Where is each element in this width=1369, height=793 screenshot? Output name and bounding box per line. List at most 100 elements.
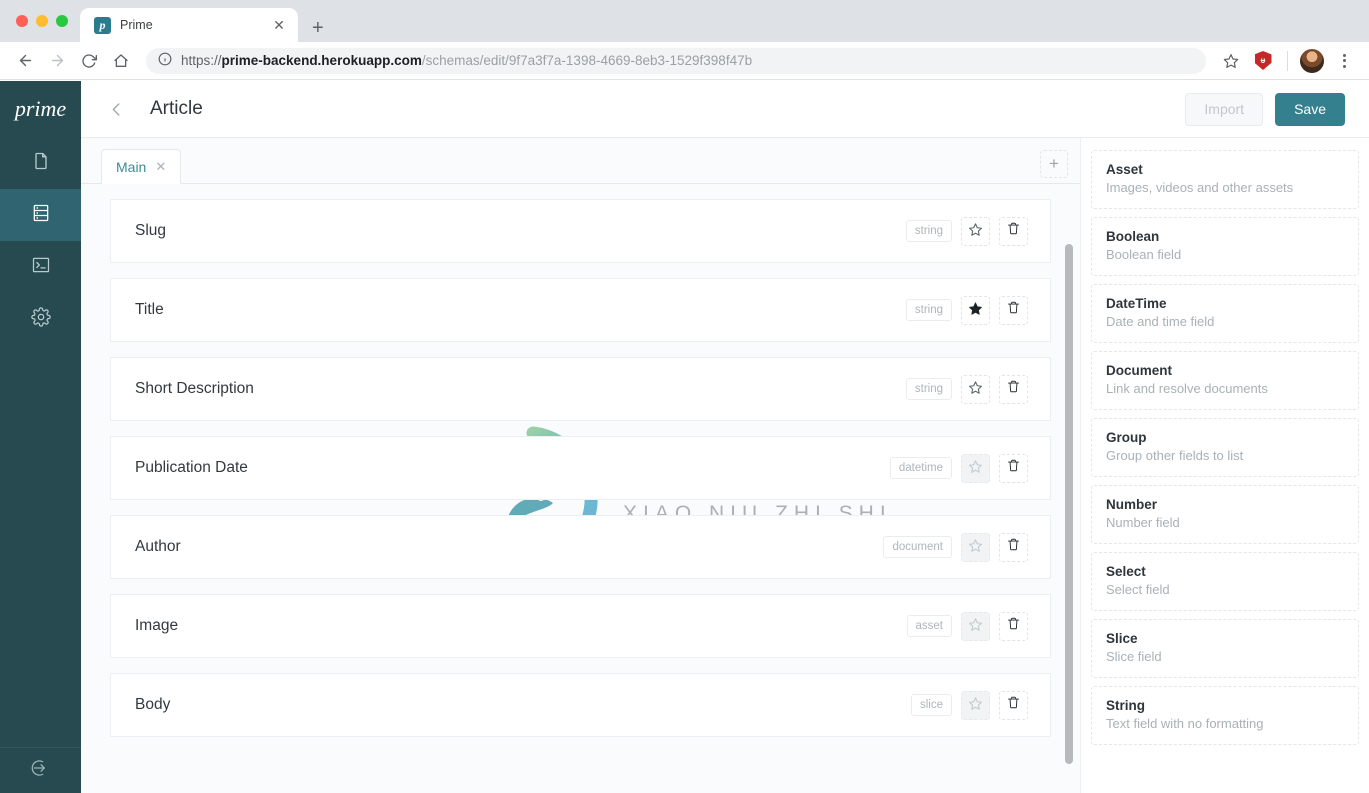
field-controls: string [906, 217, 1028, 246]
star-icon [968, 617, 983, 636]
browser-menu-icon[interactable] [1329, 46, 1359, 76]
field-type-badge: string [906, 220, 952, 242]
minimize-window-button[interactable] [36, 15, 48, 27]
field-primary-star-button[interactable] [961, 296, 990, 325]
fields-scrollbar[interactable] [1065, 244, 1073, 793]
field-primary-star-button[interactable] [961, 612, 990, 641]
field-row[interactable]: Short Description string [110, 357, 1051, 421]
field-type-title: DateTime [1106, 296, 1344, 311]
schema-tab-label: Main [116, 159, 146, 175]
field-delete-button[interactable] [999, 691, 1028, 720]
bookmark-star-icon[interactable] [1216, 46, 1246, 76]
page-title: Article [150, 98, 203, 120]
address-bar[interactable]: https://prime-backend.herokuapp.com/sche… [146, 48, 1206, 74]
trash-icon [1006, 458, 1021, 478]
field-type-palette: AssetImages, videos and other assets Bool… [1080, 138, 1369, 793]
sidebar-item-documents[interactable] [0, 137, 81, 189]
field-label: Slug [135, 222, 166, 240]
field-row[interactable]: Imageasset [110, 594, 1051, 658]
field-primary-star-button[interactable] [961, 533, 990, 562]
sidebar-item-schemas[interactable] [0, 189, 81, 241]
avatar[interactable] [1297, 46, 1327, 76]
field-type-description: Link and resolve documents [1106, 381, 1344, 396]
maximize-window-button[interactable] [56, 15, 68, 27]
save-button[interactable]: Save [1275, 93, 1345, 126]
trash-icon [1006, 379, 1021, 399]
user-avatar-icon [1300, 49, 1324, 73]
field-controls: string [906, 375, 1028, 404]
home-icon[interactable] [106, 46, 136, 76]
field-list: SlugstringTitlestringShort Descriptionst… [110, 199, 1051, 737]
field-label: Author [135, 538, 181, 556]
field-row[interactable]: Bodyslice [110, 673, 1051, 737]
field-type-card[interactable]: NumberNumber field [1091, 485, 1359, 544]
logout-button[interactable] [0, 747, 81, 793]
browser-tab[interactable]: p Prime ✕ [80, 8, 298, 42]
forward-icon[interactable] [42, 46, 72, 76]
close-tab-icon[interactable]: ✕ [270, 18, 288, 32]
field-row[interactable]: Titlestring [110, 278, 1051, 342]
add-tab-button[interactable]: + [1040, 150, 1068, 178]
star-icon [968, 380, 983, 399]
site-info-icon[interactable] [158, 52, 172, 69]
close-icon[interactable]: ✕ [155, 159, 166, 175]
import-button[interactable]: Import [1185, 93, 1263, 126]
field-type-card[interactable]: StringText field with no formatting [1091, 686, 1359, 745]
field-type-card[interactable]: DateTime Date and time field [1091, 284, 1359, 343]
application: prime › [0, 81, 1369, 793]
shield-icon: ᵾ [1255, 51, 1272, 70]
field-label: Short Description [135, 380, 254, 398]
field-controls: datetime [890, 454, 1028, 483]
star-icon [968, 459, 983, 478]
back-icon[interactable] [10, 46, 40, 76]
field-type-title: Slice [1106, 631, 1344, 646]
trash-icon [1006, 695, 1021, 715]
sidebar-item-settings[interactable] [0, 293, 81, 345]
reload-icon[interactable] [74, 46, 104, 76]
star-icon [968, 538, 983, 557]
star-icon [968, 301, 983, 320]
field-delete-button[interactable] [999, 454, 1028, 483]
back-button[interactable] [99, 92, 133, 126]
field-row[interactable]: Slug string [110, 199, 1051, 263]
sidebar-item-console[interactable] [0, 241, 81, 293]
field-primary-star-button[interactable] [961, 691, 990, 720]
field-type-card[interactable]: DocumentLink and resolve documents [1091, 351, 1359, 410]
terminal-icon [31, 255, 51, 280]
star-icon [968, 696, 983, 715]
field-row[interactable]: Author document [110, 515, 1051, 579]
schema-tab-main[interactable]: Main ✕ [101, 149, 181, 184]
new-tab-button[interactable]: + [312, 18, 324, 38]
scrollbar-thumb[interactable] [1065, 244, 1073, 764]
field-controls: asset [907, 612, 1029, 641]
field-delete-button[interactable] [999, 612, 1028, 641]
field-type-card[interactable]: AssetImages, videos and other assets [1091, 150, 1359, 209]
extension-shield-icon[interactable]: ᵾ [1248, 46, 1278, 76]
field-delete-button[interactable] [999, 533, 1028, 562]
field-primary-star-button[interactable] [961, 454, 990, 483]
field-row[interactable]: Publication Datedatetime [110, 436, 1051, 500]
field-delete-button[interactable] [999, 296, 1028, 325]
field-type-description: Text field with no formatting [1106, 716, 1344, 731]
field-delete-button[interactable] [999, 217, 1028, 246]
field-type-description: Date and time field [1106, 314, 1344, 329]
field-type-badge: document [883, 536, 952, 558]
favicon-icon: p [94, 17, 111, 34]
field-primary-star-button[interactable] [961, 217, 990, 246]
field-type-card[interactable]: SelectSelect field [1091, 552, 1359, 611]
field-type-card[interactable]: Slice Slice field [1091, 619, 1359, 678]
field-type-title: Number [1106, 497, 1344, 512]
browser-toolbar: https://prime-backend.herokuapp.com/sche… [0, 42, 1369, 80]
database-icon [31, 203, 51, 228]
gear-icon [31, 307, 51, 332]
browser-window: p Prime ✕ + https://prime-backend.heroku… [0, 0, 1369, 793]
field-primary-star-button[interactable] [961, 375, 990, 404]
document-icon [31, 151, 51, 176]
field-type-description: Slice field [1106, 649, 1344, 664]
toolbar-divider [1287, 51, 1288, 71]
field-type-card[interactable]: BooleanBoolean field [1091, 217, 1359, 276]
field-delete-button[interactable] [999, 375, 1028, 404]
field-controls: string [906, 296, 1028, 325]
close-window-button[interactable] [16, 15, 28, 27]
field-type-card[interactable]: GroupGroup other fields to list [1091, 418, 1359, 477]
